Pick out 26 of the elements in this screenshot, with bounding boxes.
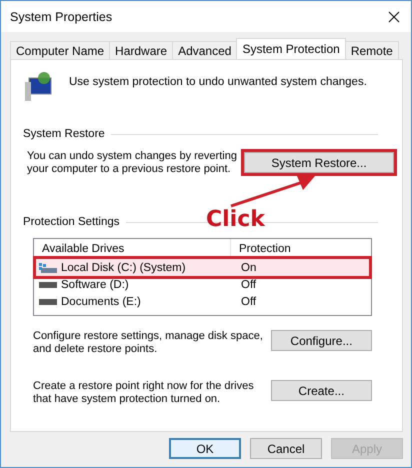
drive-row[interactable]: Documents (E:) Off xyxy=(36,293,369,310)
window-title: System Properties xyxy=(10,10,112,24)
column-header[interactable]: Protection xyxy=(231,243,291,255)
action-description: Create a restore point right now for the drives that have system protection turned on. xyxy=(33,380,255,406)
annotation-label: Click xyxy=(206,207,265,232)
tab[interactable]: System Protection xyxy=(236,38,346,59)
dialog-button[interactable]: OK xyxy=(169,438,241,459)
action-button[interactable]: Create... xyxy=(270,380,372,401)
system-restore-button[interactable]: System Restore... xyxy=(244,152,394,173)
intro-text: Use system protection to undo unwanted system changes. xyxy=(69,76,367,88)
tab[interactable]: Computer Name xyxy=(10,41,110,59)
group-heading: System Restore xyxy=(23,128,105,140)
group-heading: Protection Settings xyxy=(23,216,120,228)
drive-row[interactable]: Local Disk (C:) (System) On xyxy=(36,259,369,276)
action-button[interactable]: Configure... xyxy=(270,330,372,351)
protection-status: On xyxy=(240,262,256,274)
drive-name: Local Disk (C:) (System) xyxy=(61,262,186,274)
tab[interactable]: Remote xyxy=(344,41,399,59)
restore-description: You can undo system changes by reverting your computer to a previous restore point. xyxy=(27,150,238,176)
dialog-button[interactable]: Cancel xyxy=(250,438,322,459)
drive-name: Software (D:) xyxy=(61,278,129,290)
drive-name: Documents (E:) xyxy=(61,296,141,308)
drive-row[interactable]: Software (D:) Off xyxy=(36,276,369,293)
protection-status: Off xyxy=(240,296,256,308)
protection-status: Off xyxy=(240,278,256,290)
action-description: Configure restore settings, manage disk space, and delete restore points. xyxy=(33,330,264,356)
